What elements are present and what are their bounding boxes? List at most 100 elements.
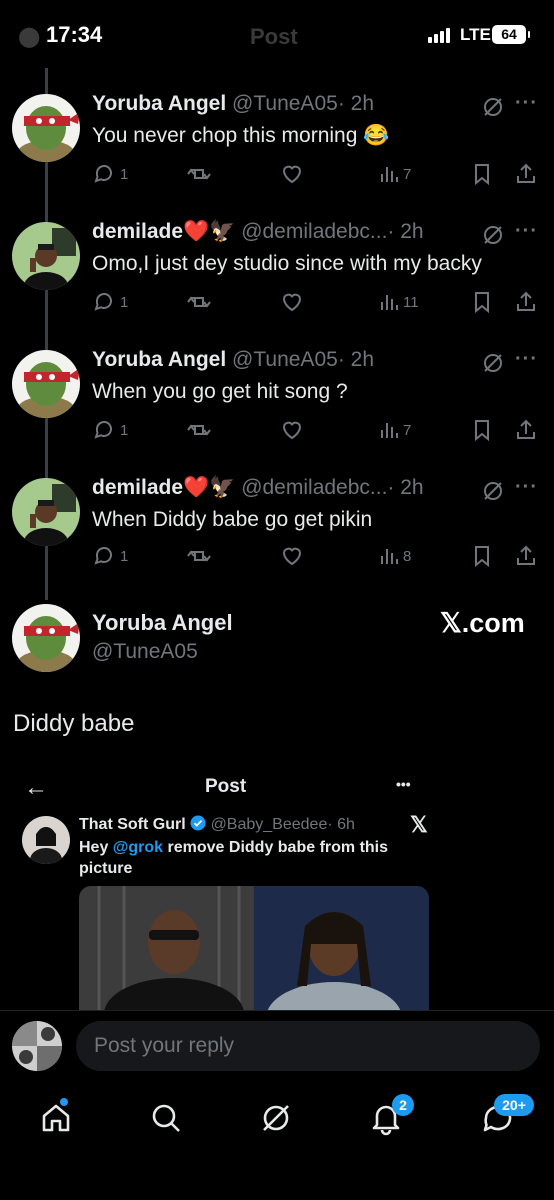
more-icon: ••• <box>396 776 411 792</box>
grok-mention: @grok <box>112 839 164 856</box>
reply-input-container[interactable] <box>76 1021 540 1071</box>
reply-button[interactable]: 1 <box>92 290 128 314</box>
author-handle[interactable]: @demiladebc... <box>241 476 387 499</box>
embedded-author-name: That Soft Gurl <box>79 816 186 833</box>
embedded-photo <box>79 886 429 1010</box>
repost-button[interactable] <box>186 418 212 442</box>
notifications-tab[interactable]: 2 <box>368 1094 414 1140</box>
more-icon[interactable]: ··· <box>515 92 538 115</box>
like-button[interactable] <box>280 418 304 442</box>
author-name[interactable]: Yoruba Angel <box>92 92 226 115</box>
repost-button[interactable] <box>186 162 212 186</box>
tweet-time: · 2h <box>387 220 424 243</box>
author-name[interactable]: demilade❤️🦅 <box>92 220 235 243</box>
reply-button[interactable]: 1 <box>92 162 128 186</box>
bookmark-button[interactable] <box>472 418 492 442</box>
back-arrow-icon[interactable]: ⬤ <box>18 24 40 49</box>
tweet-time: · 2h <box>387 476 424 499</box>
page-title: Post <box>250 24 298 49</box>
notifications-badge: 2 <box>392 1094 414 1116</box>
battery-icon: 64 <box>492 25 530 44</box>
views-count: 7 <box>403 421 412 439</box>
search-tab[interactable] <box>148 1100 184 1141</box>
heart-icon <box>282 421 302 440</box>
tmnt-raphael-avatar[interactable] <box>12 350 80 418</box>
grok-tab[interactable] <box>258 1100 294 1141</box>
embedded-header-title: Post <box>205 776 247 797</box>
tmnt-raphael-avatar[interactable] <box>12 604 80 672</box>
reply-icon <box>94 546 112 565</box>
more-icon[interactable]: ··· <box>515 348 538 371</box>
like-button[interactable] <box>280 162 304 186</box>
share-button[interactable] <box>514 162 538 186</box>
demilade-avatar[interactable] <box>12 478 80 546</box>
like-button[interactable] <box>280 290 304 314</box>
bottom-nav: 2 20+ <box>0 1086 554 1200</box>
reply-tweet[interactable]: demilade❤️🦅 @demiladebc...· 2h ··· When … <box>0 474 554 584</box>
tweet-header: demilade❤️🦅 @demiladebc...· 2h <box>92 476 424 500</box>
author-name[interactable]: Yoruba Angel <box>92 348 226 371</box>
embedded-text-start: Hey <box>79 839 113 856</box>
author-handle[interactable]: @TuneA05 <box>92 640 198 664</box>
tmnt-raphael-avatar[interactable] <box>12 94 80 162</box>
messages-tab[interactable]: 20+ <box>480 1094 534 1140</box>
status-time: 17:34 <box>46 22 103 47</box>
bookmark-button[interactable] <box>472 162 492 186</box>
heart-icon <box>282 293 302 312</box>
views-icon <box>381 549 398 564</box>
heart-icon <box>282 547 302 566</box>
home-tab[interactable] <box>38 1098 74 1141</box>
that-soft-gurl-avatar <box>22 816 70 864</box>
embedded-tweet-header: That Soft Gurl @Baby_Beedee· 6h <box>79 815 355 834</box>
like-button[interactable] <box>280 544 304 568</box>
views-icon <box>381 167 398 182</box>
status-bar: ⬤ 17:34 Post LTE 64 <box>0 0 554 70</box>
author-handle[interactable]: @TuneA05 <box>232 92 338 115</box>
grok-icon[interactable] <box>482 480 504 502</box>
author-handle[interactable]: @TuneA05 <box>232 348 338 371</box>
reply-tweet[interactable]: demilade❤️🦅 @demiladebc...· 2h ··· Omo,I… <box>0 218 554 328</box>
reply-icon <box>94 164 112 183</box>
grok-icon[interactable] <box>482 224 504 246</box>
bookmark-icon <box>475 546 489 568</box>
x-logo-icon: 𝕏 <box>410 812 428 837</box>
views-button[interactable]: 7 <box>379 418 411 442</box>
author-name[interactable]: demilade❤️🦅 <box>92 476 235 499</box>
author-name[interactable]: Yoruba Angel <box>92 610 233 636</box>
more-icon[interactable]: ··· <box>515 476 538 499</box>
share-icon <box>517 291 535 311</box>
share-button[interactable] <box>514 544 538 568</box>
demilade-avatar[interactable] <box>12 222 80 290</box>
grok-icon[interactable] <box>482 352 504 374</box>
embedded-tweet-time: · 6h <box>327 816 355 833</box>
reply-input[interactable] <box>92 1033 516 1059</box>
tweet-text: When you go get hit song ? <box>92 380 348 403</box>
repost-icon <box>187 550 211 562</box>
bookmark-button[interactable] <box>472 290 492 314</box>
share-button[interactable] <box>514 290 538 314</box>
reply-button[interactable]: 1 <box>92 544 128 568</box>
more-icon[interactable]: ··· <box>515 220 538 243</box>
bookmark-icon <box>475 420 489 442</box>
views-button[interactable]: 8 <box>379 544 411 568</box>
bookmark-icon <box>475 292 489 314</box>
post-text: Diddy babe <box>13 710 135 737</box>
grok-icon[interactable] <box>482 96 504 118</box>
tweet-time: · 2h <box>337 348 374 371</box>
user-avatar[interactable] <box>12 1021 62 1071</box>
embedded-screenshot[interactable]: ← Post ••• That Soft Gurl @Baby_Beedee· … <box>0 760 554 1010</box>
author-handle[interactable]: @demiladebc... <box>241 220 387 243</box>
repost-button[interactable] <box>186 544 212 568</box>
grok-icon <box>263 1105 289 1131</box>
reply-button[interactable]: 1 <box>92 418 128 442</box>
tweet-header: demilade❤️🦅 @demiladebc...· 2h <box>92 220 424 244</box>
views-button[interactable]: 11 <box>379 290 419 314</box>
repost-button[interactable] <box>186 290 212 314</box>
home-dot-indicator <box>60 1098 68 1106</box>
bookmark-button[interactable] <box>472 544 492 568</box>
reply-tweet[interactable]: Yoruba Angel @TuneA05· 2h ··· When you g… <box>0 346 554 456</box>
views-button[interactable]: 7 <box>379 162 411 186</box>
home-icon <box>42 1104 70 1132</box>
share-button[interactable] <box>514 418 538 442</box>
reply-tweet[interactable]: Yoruba Angel @TuneA05· 2h ··· You never … <box>0 90 554 200</box>
